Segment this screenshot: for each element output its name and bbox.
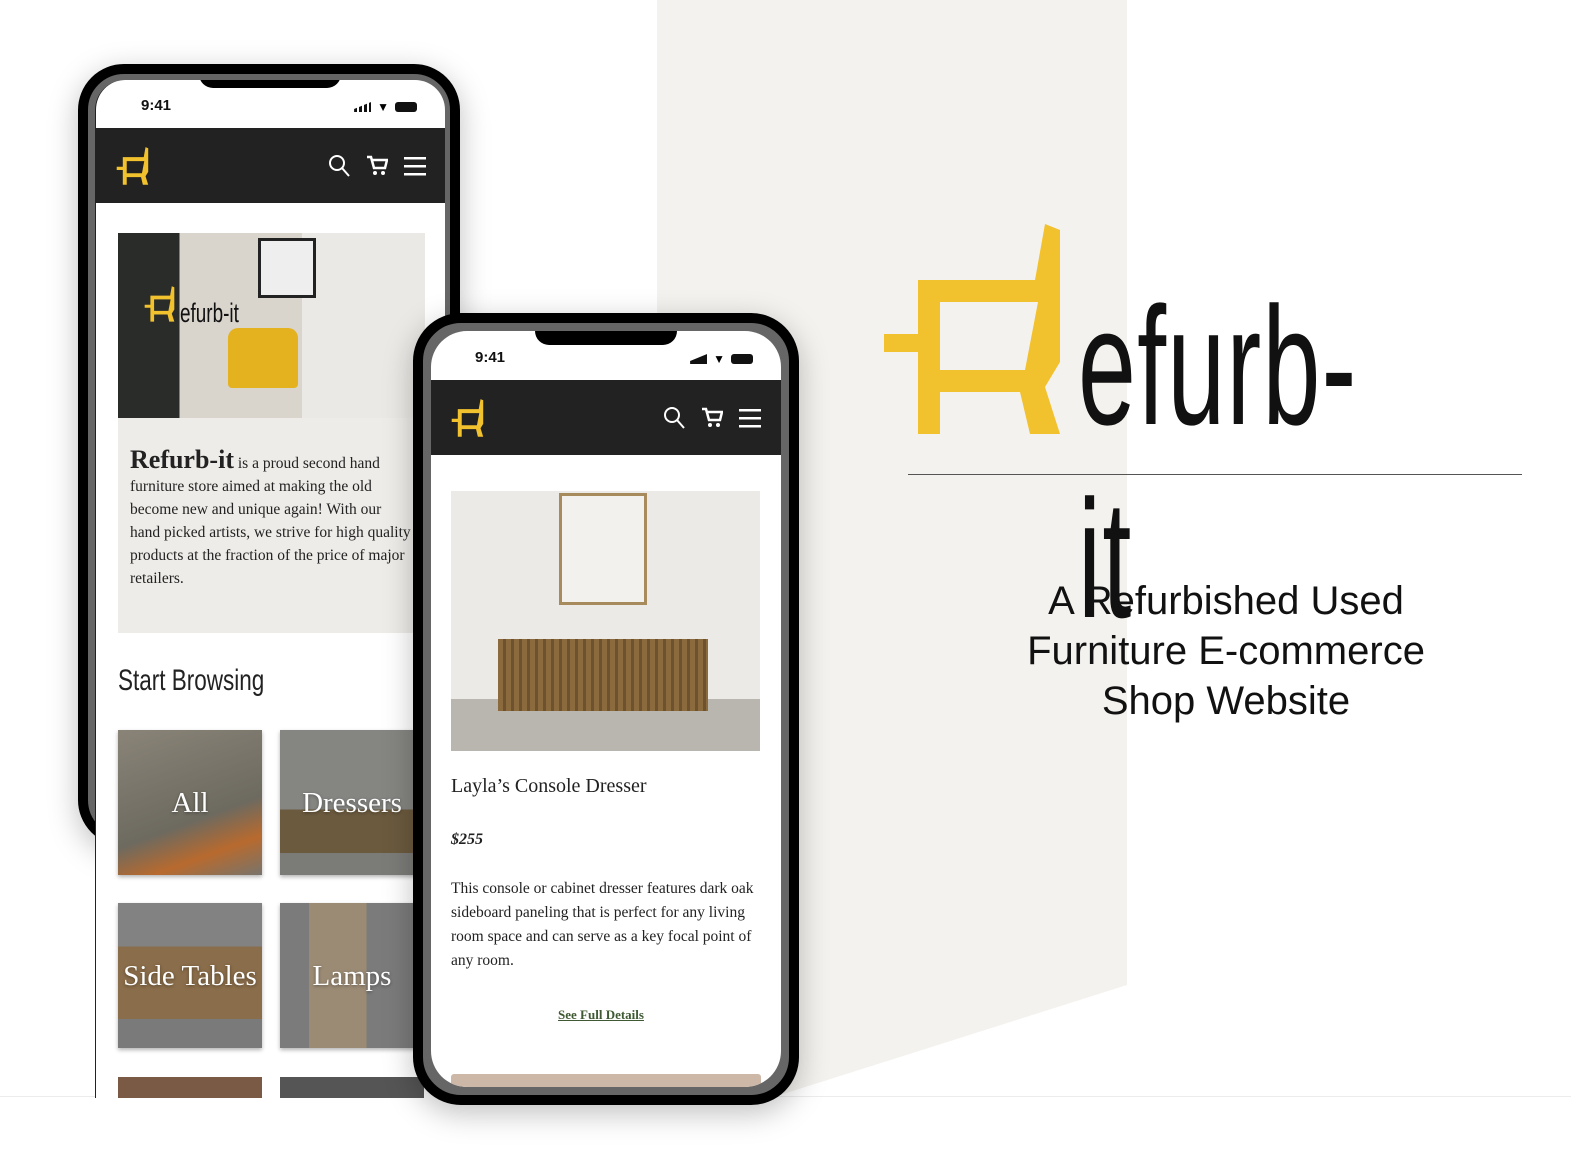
wifi-icon: ▼	[713, 352, 725, 366]
phone-product-frame: 9:41 ▼ Layla’s Console Dresser $255 This…	[413, 313, 799, 1105]
menu-icon[interactable]	[739, 408, 761, 428]
background-shadow	[780, 985, 1127, 1095]
signal-icon	[354, 102, 372, 112]
battery-icon	[395, 102, 417, 112]
category-side-tables[interactable]: Side Tables	[118, 903, 262, 1048]
hero-logo-text: efurb-it	[180, 298, 239, 328]
search-icon[interactable]	[328, 154, 350, 178]
product-title: Layla’s Console Dresser	[451, 775, 647, 797]
home-logo-icon[interactable]	[451, 396, 485, 440]
category-all[interactable]: All	[118, 730, 262, 875]
wall-art	[258, 238, 316, 298]
section-title: Start Browsing	[118, 664, 265, 697]
signal-icon	[690, 354, 708, 364]
dresser	[498, 639, 708, 711]
category-tile-partial[interactable]	[280, 1077, 424, 1098]
see-full-details-link[interactable]: See Full Details	[431, 1007, 771, 1023]
next-item-preview	[451, 1074, 761, 1087]
menu-icon[interactable]	[404, 156, 426, 176]
cart-icon[interactable]	[701, 407, 723, 429]
category-dressers[interactable]: Dressers	[280, 730, 424, 875]
phone-home-screen: 9:41 ▼ efurb-it Refurb-it is a proud sec…	[95, 80, 445, 1098]
hero-image: efurb-it	[118, 233, 425, 418]
nav-bar	[431, 380, 781, 455]
tagline: A Refurbished Used Furniture E-commerce …	[1027, 579, 1425, 723]
status-time: 9:41	[141, 97, 172, 114]
notch	[199, 80, 341, 88]
category-tile-partial[interactable]	[118, 1077, 262, 1098]
product-description: This console or cabinet dresser features…	[451, 880, 754, 969]
search-icon[interactable]	[663, 406, 685, 430]
status-icons: ▼	[690, 352, 753, 366]
hero-logo-icon	[144, 286, 175, 322]
phone-product-screen: 9:41 ▼ Layla’s Console Dresser $255 This…	[431, 331, 781, 1087]
intro-title: Refurb-it	[130, 445, 234, 474]
intro-text: is a proud second hand furniture store a…	[130, 455, 411, 587]
logo-underline	[908, 474, 1522, 475]
armchair	[228, 328, 298, 388]
status-time: 9:41	[475, 349, 506, 366]
cart-icon[interactable]	[366, 155, 388, 177]
status-icons: ▼	[354, 100, 417, 114]
notch	[535, 331, 677, 345]
battery-icon	[731, 354, 753, 364]
intro-box: Refurb-it is a proud second hand furnitu…	[118, 418, 425, 633]
product-price: $255	[451, 831, 483, 848]
product-image	[451, 491, 760, 751]
home-logo-icon[interactable]	[116, 144, 150, 188]
frame-art	[559, 493, 647, 605]
nav-bar	[96, 128, 445, 203]
category-lamps[interactable]: Lamps	[280, 903, 424, 1048]
wifi-icon: ▼	[377, 100, 389, 114]
brand-logo-icon	[884, 224, 1060, 434]
